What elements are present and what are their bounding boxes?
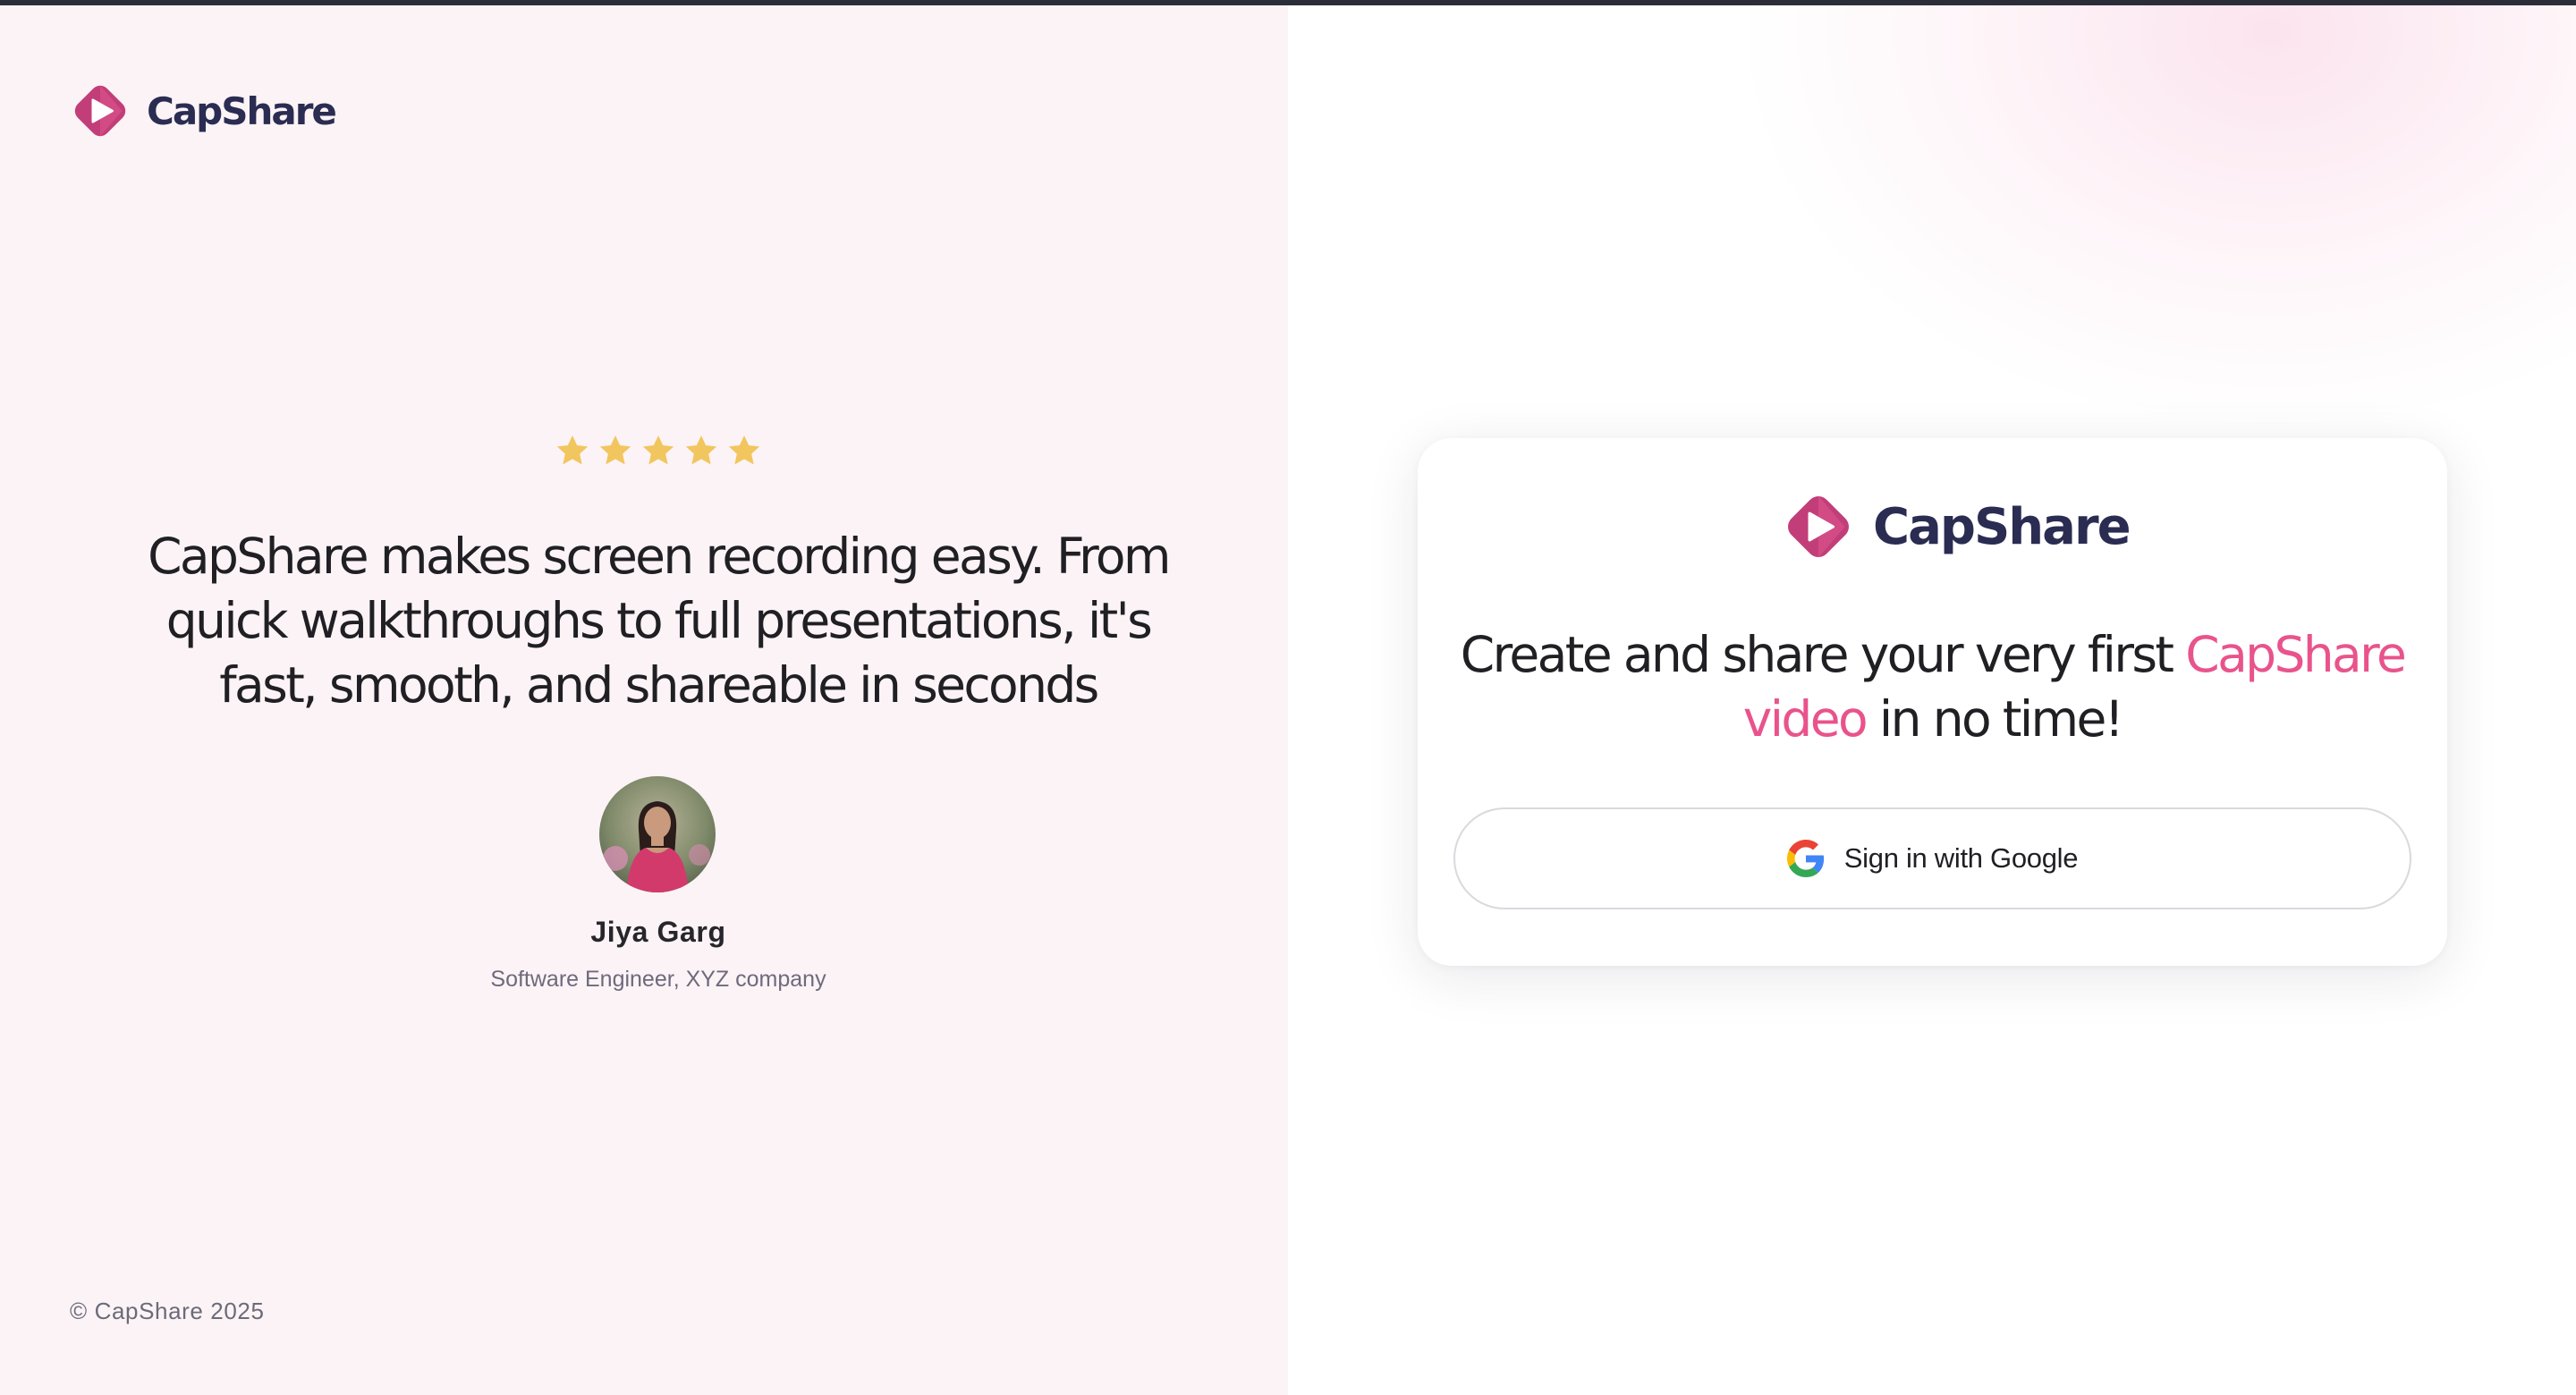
star-icon xyxy=(599,435,631,465)
headline-text: Create and share your very first xyxy=(1460,626,2186,683)
star-icon xyxy=(728,435,760,465)
star-icon xyxy=(642,435,674,465)
capshare-logo-icon xyxy=(74,85,126,137)
testimonial-panel: CapShare CapShare makes screen recording… xyxy=(0,5,1288,1395)
user-avatar-photo-icon xyxy=(599,776,716,892)
google-button-label: Sign in with Google xyxy=(1843,842,2079,874)
sign-in-with-google-button[interactable]: Sign in with Google xyxy=(1453,807,2411,909)
reviewer-role: Software Engineer, XYZ company xyxy=(490,967,826,992)
sign-in-card: CapShare Create and share your very firs… xyxy=(1418,438,2447,966)
headline-text-end: in no time! xyxy=(1866,690,2124,748)
card-brand: CapShare xyxy=(1782,490,2131,563)
testimonial-quote: CapShare makes screen recording easy. Fr… xyxy=(148,528,1171,714)
star-icon xyxy=(556,435,589,465)
star-icon xyxy=(685,435,717,465)
google-g-icon xyxy=(1786,840,1824,877)
decorative-glow xyxy=(1735,5,2576,435)
card-brand-name: CapShare xyxy=(1873,497,2131,556)
sign-in-headline: Create and share your very first CapShar… xyxy=(1453,622,2411,751)
reviewer-avatar xyxy=(599,776,716,892)
copyright-text: © CapShare 2025 xyxy=(70,1298,265,1324)
brand-logo-link[interactable]: CapShare xyxy=(70,80,337,141)
capshare-logo-icon xyxy=(1788,495,1849,558)
rating-stars xyxy=(555,433,762,472)
brand-name: CapShare xyxy=(147,89,337,133)
reviewer-name: Jiya Garg xyxy=(590,916,726,948)
